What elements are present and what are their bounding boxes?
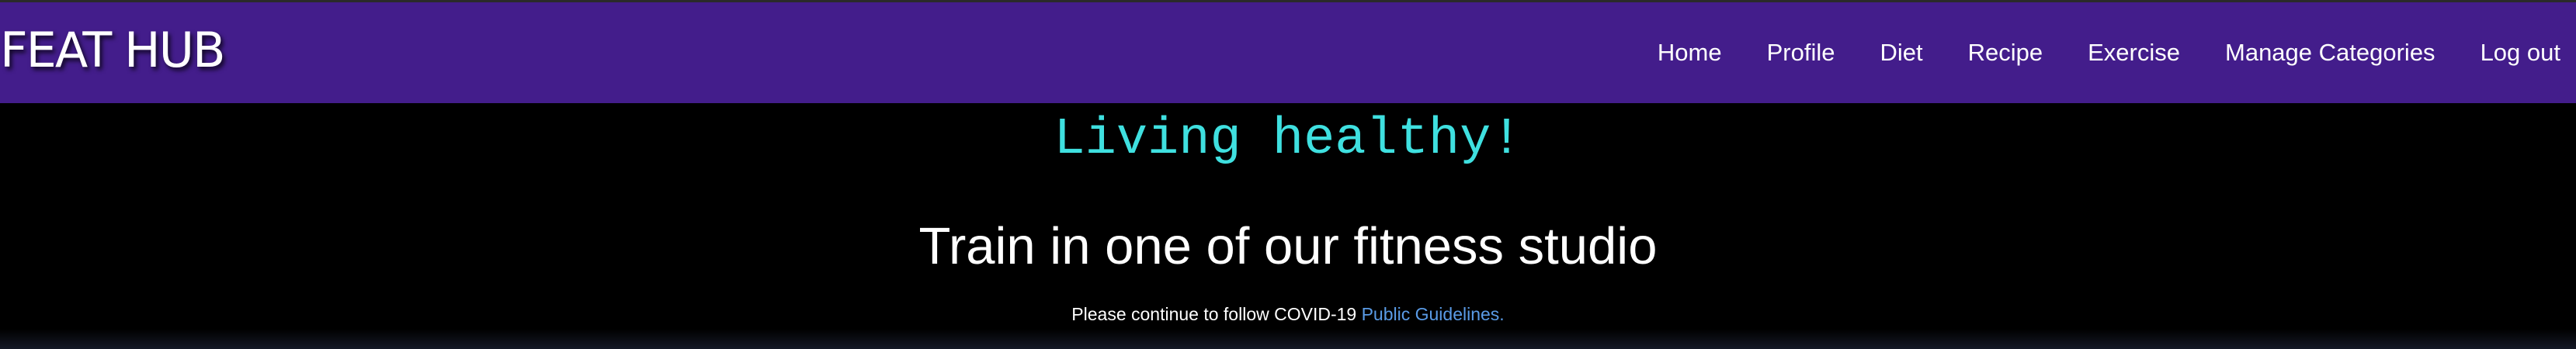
nav-link-manage-categories[interactable]: Manage Categories	[2203, 37, 2458, 68]
navbar: FEAT HUB Home Profile Diet Recipe Exerci…	[0, 2, 2576, 103]
hero-headline: Train in one of our fitness studio	[918, 217, 1658, 275]
nav-link-profile[interactable]: Profile	[1745, 37, 1858, 68]
nav-link-home[interactable]: Home	[1635, 37, 1745, 68]
covid-notice-text: Please continue to follow COVID-19	[1071, 304, 1362, 324]
brand-logo[interactable]: FEAT HUB	[0, 21, 226, 80]
public-guidelines-link[interactable]: Public Guidelines.	[1362, 304, 1505, 324]
nav-link-diet[interactable]: Diet	[1857, 37, 1945, 68]
hero-tagline: Living healthy!	[1054, 110, 1522, 169]
covid-notice: Please continue to follow COVID-19 Publi…	[0, 302, 2576, 326]
nav-link-exercise[interactable]: Exercise	[2065, 37, 2203, 68]
nav-link-log-out[interactable]: Log out	[2458, 37, 2560, 68]
nav-link-recipe[interactable]: Recipe	[1946, 37, 2066, 68]
background-image-edge	[0, 329, 2576, 349]
nav-links: Home Profile Diet Recipe Exercise Manage…	[1635, 2, 2560, 103]
